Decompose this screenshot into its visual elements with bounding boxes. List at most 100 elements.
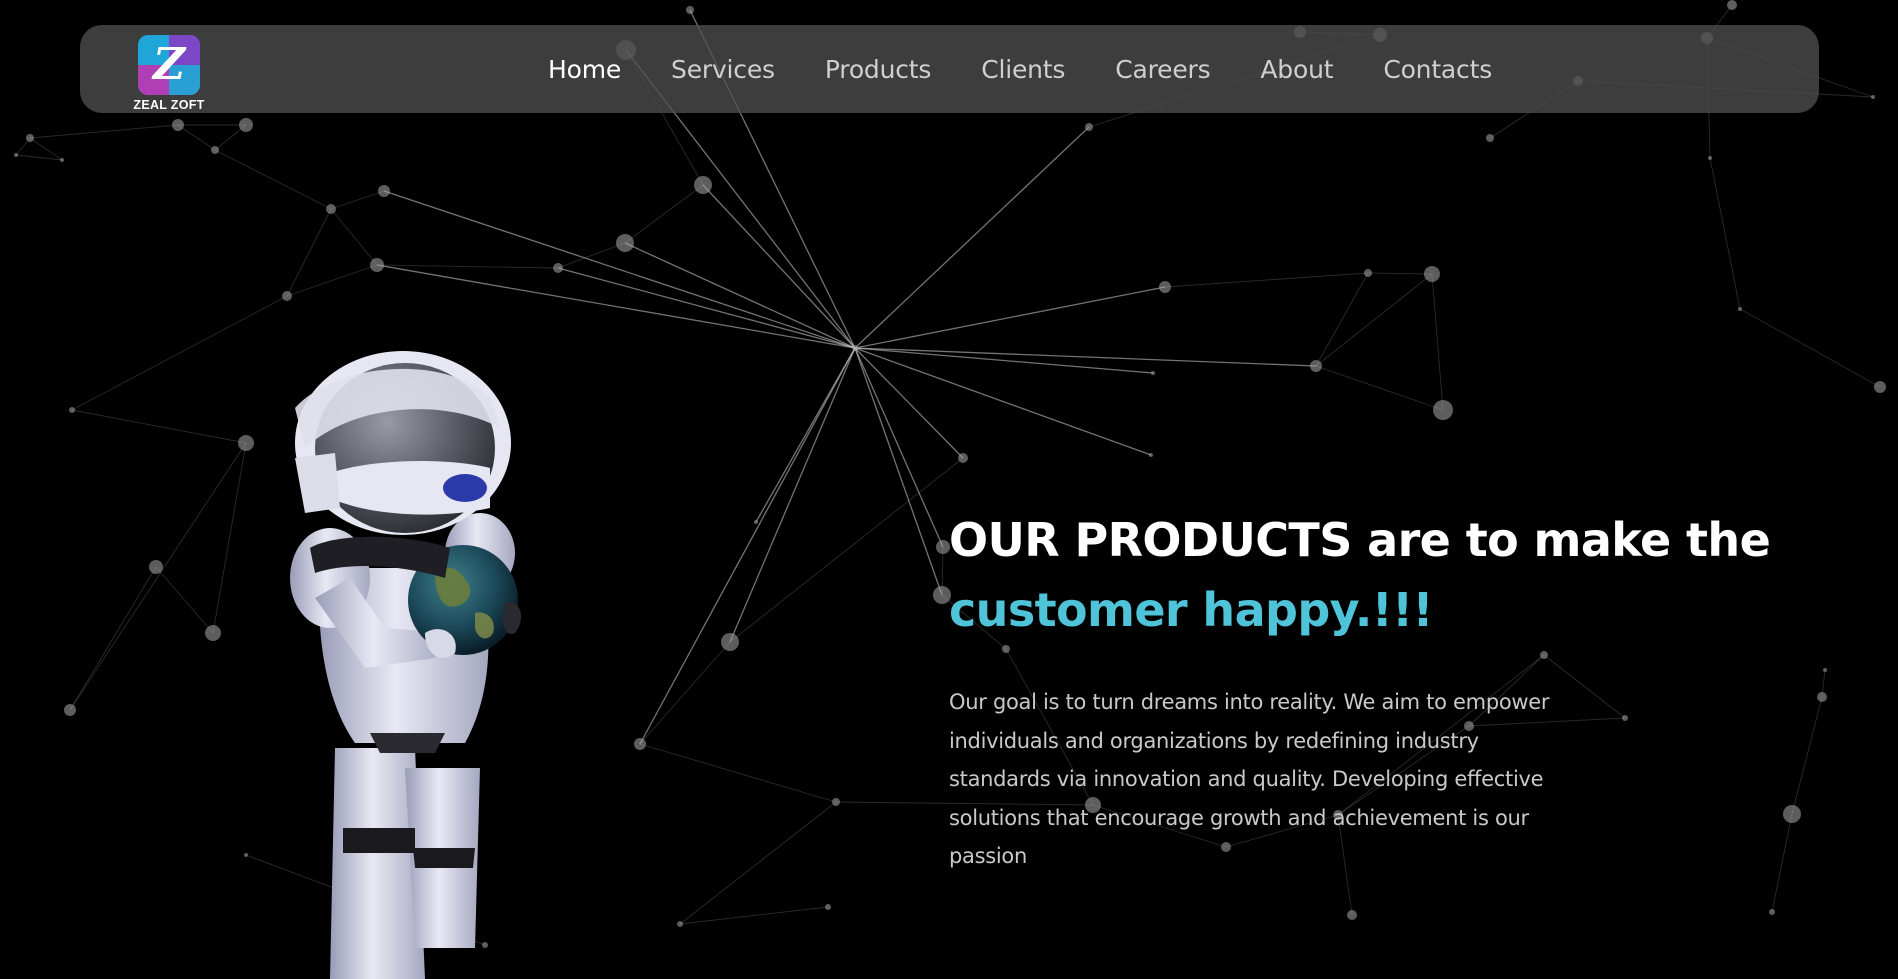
network-node — [211, 146, 219, 154]
network-node — [205, 625, 221, 641]
network-node — [239, 118, 253, 132]
network-link — [639, 641, 731, 745]
top-navbar: Z ZEAL ZOFT Home Services Products Clien… — [80, 25, 1819, 113]
nav-contacts[interactable]: Contacts — [1383, 55, 1492, 84]
network-link — [214, 149, 332, 210]
network-node — [172, 119, 184, 131]
network-link — [1739, 308, 1881, 388]
network-link — [1709, 157, 1741, 310]
network-link — [702, 184, 856, 349]
network-node — [1817, 692, 1827, 702]
network-link — [729, 347, 856, 643]
network-link — [854, 347, 943, 596]
network-link — [1367, 272, 1433, 275]
nav-products[interactable]: Products — [825, 55, 932, 84]
network-link — [679, 906, 829, 925]
network-node — [1149, 453, 1153, 457]
network-node — [677, 921, 683, 927]
logo-letter: Z — [152, 39, 186, 90]
network-node — [1874, 381, 1886, 393]
network-node — [721, 633, 739, 651]
network-node — [616, 234, 634, 252]
network-node — [1738, 307, 1742, 311]
network-node — [1708, 156, 1712, 160]
network-node — [832, 798, 840, 806]
network-link — [376, 264, 559, 269]
network-link — [383, 190, 856, 349]
nav-about[interactable]: About — [1260, 55, 1333, 84]
network-link — [330, 190, 385, 210]
nav-careers[interactable]: Careers — [1115, 55, 1210, 84]
network-node — [1310, 360, 1322, 372]
network-link — [854, 347, 1152, 456]
network-link — [1164, 272, 1369, 288]
hero-headline-white: OUR PRODUCTS are to make the — [949, 513, 1771, 567]
network-node — [1486, 134, 1494, 142]
network-node — [958, 453, 968, 463]
hero-headline-accent: customer happy.!!! — [949, 583, 1433, 637]
network-node — [1159, 281, 1171, 293]
network-node — [825, 904, 831, 910]
network-link — [854, 347, 964, 459]
network-link — [29, 124, 179, 139]
network-link — [854, 347, 944, 548]
network-link — [557, 242, 626, 269]
network-link — [854, 286, 1166, 349]
network-node — [60, 158, 64, 162]
network-link — [729, 457, 964, 643]
network-node — [1424, 266, 1440, 282]
network-link — [639, 743, 837, 803]
network-link — [854, 347, 1154, 374]
nav-home[interactable]: Home — [548, 55, 621, 84]
network-node — [1769, 909, 1775, 915]
network-node — [1347, 910, 1357, 920]
network-node — [694, 176, 712, 194]
network-node — [1085, 123, 1093, 131]
network-node — [282, 291, 292, 301]
network-link — [71, 295, 288, 411]
network-node — [244, 853, 248, 857]
network-node — [1823, 668, 1827, 672]
network-node — [1727, 0, 1737, 10]
network-link — [1315, 272, 1369, 367]
network-link — [679, 801, 837, 925]
network-node — [370, 258, 384, 272]
hero-description: Our goal is to turn dreams into reality.… — [949, 690, 1550, 868]
network-link — [330, 208, 378, 266]
main-nav: Home Services Products Clients Careers A… — [548, 25, 1542, 113]
logo-mark-icon: Z — [138, 35, 200, 95]
network-node — [326, 204, 336, 214]
network-node — [378, 185, 390, 197]
network-link — [1315, 273, 1433, 367]
network-link — [69, 442, 247, 711]
network-link — [71, 409, 247, 444]
network-link — [1315, 365, 1444, 411]
zeal-zoft-logo[interactable]: Z ZEAL ZOFT — [132, 35, 206, 113]
network-link — [376, 264, 856, 349]
hero-headline: OUR PRODUCTS are to make the customer ha… — [949, 505, 1809, 645]
logo-brand-name: ZEAL ZOFT — [133, 98, 205, 112]
nav-services[interactable]: Services — [671, 55, 775, 84]
network-link — [1431, 273, 1444, 411]
robot-holding-earth-image — [290, 351, 522, 979]
network-node — [852, 345, 858, 351]
network-node — [754, 520, 758, 524]
network-node — [1433, 400, 1453, 420]
network-link — [155, 566, 214, 634]
network-node — [69, 407, 75, 413]
network-node — [1871, 95, 1875, 99]
network-node — [553, 263, 563, 273]
network-link — [69, 566, 157, 711]
network-link — [177, 124, 216, 151]
network-node — [634, 738, 646, 750]
network-link — [624, 184, 704, 244]
nav-clients[interactable]: Clients — [981, 55, 1065, 84]
network-node — [1364, 269, 1372, 277]
hero-section: OUR PRODUCTS are to make the customer ha… — [949, 505, 1809, 876]
network-node — [1151, 371, 1155, 375]
network-node — [26, 134, 34, 142]
network-node — [686, 6, 694, 14]
network-node — [238, 435, 254, 451]
network-link — [212, 442, 247, 634]
network-node — [64, 704, 76, 716]
